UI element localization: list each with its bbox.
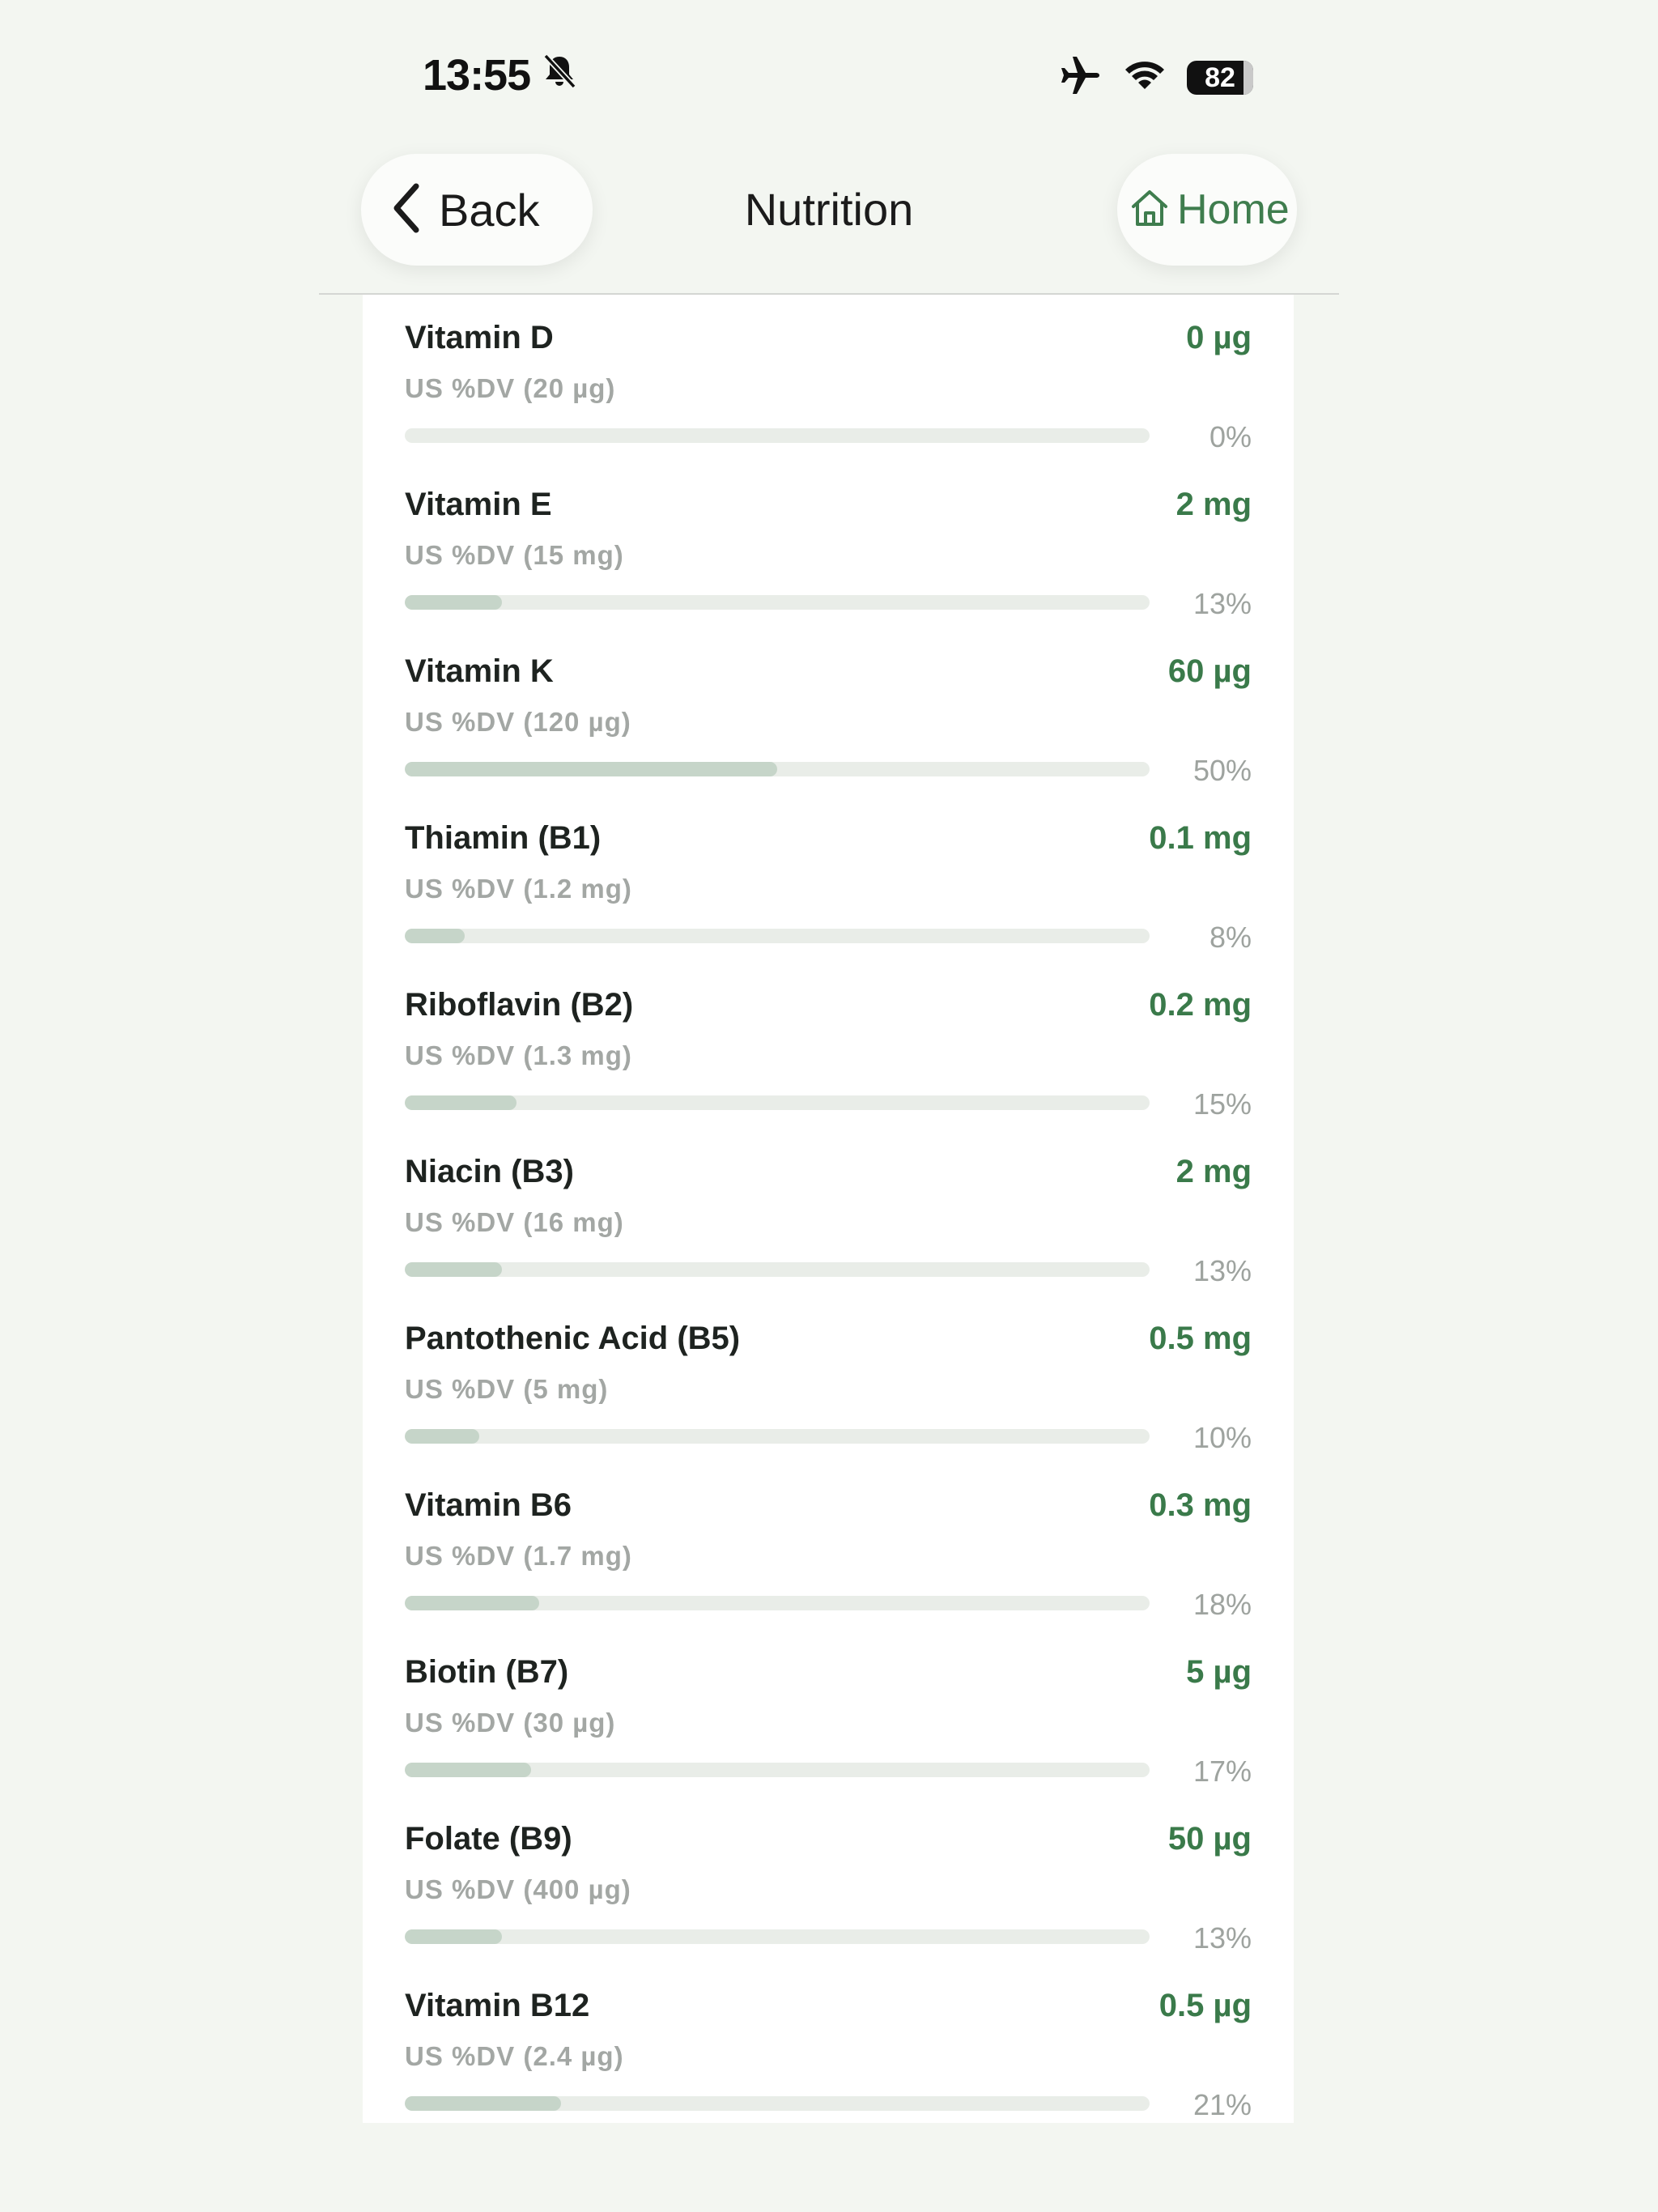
nutrient-name: Vitamin B6 (405, 1487, 572, 1523)
nutrient-amount: 0.2 mg (1149, 987, 1252, 1023)
nutrient-daily-value: US %DV (120 µg) (405, 707, 631, 737)
nutrient-daily-value: US %DV (2.4 µg) (405, 2041, 624, 2071)
battery-level: 82 (1205, 62, 1235, 93)
nutrient-amount: 0 µg (1186, 320, 1252, 355)
status-time: 13:55 (423, 50, 577, 100)
status-icons: 82 (1059, 55, 1253, 100)
nutrient-amount: 0.5 mg (1149, 1321, 1252, 1356)
nutrient-daily-value: US %DV (16 mg) (405, 1207, 624, 1237)
nutrient-amount: 0.1 mg (1149, 820, 1252, 856)
nutrient-percent: 0% (1209, 420, 1252, 453)
wifi-icon (1122, 58, 1167, 96)
nutrient-amount: 2 mg (1175, 487, 1252, 522)
nutrient-row: Vitamin B6 0.3 mg US %DV (1.7 mg) 18% (363, 1482, 1294, 1649)
progress-fill (405, 1596, 539, 1610)
nutrient-daily-value: US %DV (1.7 mg) (405, 1541, 632, 1571)
nutrient-name: Thiamin (B1) (405, 820, 602, 856)
nutrient-row: Thiamin (B1) 0.1 mg US %DV (1.2 mg) 8% (363, 815, 1294, 982)
nutrient-row: Vitamin E 2 mg US %DV (15 mg) 13% (363, 482, 1294, 649)
progress-track (405, 1262, 1150, 1277)
nutrient-row: Pantothenic Acid (B5) 0.5 mg US %DV (5 mg)… (363, 1316, 1294, 1482)
nutrient-percent: 13% (1192, 587, 1252, 620)
clock: 13:55 (423, 51, 531, 100)
progress-track (405, 595, 1150, 610)
nutrient-daily-value: US %DV (5 mg) (405, 1374, 609, 1404)
nutrient-row: Vitamin K 60 µg US %DV (120 µg) 50% (363, 649, 1294, 815)
nutrient-daily-value: US %DV (30 µg) (405, 1708, 616, 1738)
progress-track (405, 762, 1150, 776)
progress-fill (405, 1429, 479, 1444)
nutrient-row: Vitamin B12 0.5 µg US %DV (2.4 µg) 21% (363, 1983, 1294, 2123)
progress-fill (405, 929, 465, 943)
progress-track (405, 1596, 1150, 1610)
nutrient-daily-value: US %DV (400 µg) (405, 1874, 631, 1904)
nutrient-percent: 8% (1209, 921, 1252, 954)
nutrient-amount: 0.3 mg (1149, 1487, 1252, 1523)
progress-fill (405, 1763, 532, 1777)
nutrient-percent: 21% (1192, 2088, 1252, 2121)
progress-track (405, 2096, 1150, 2111)
nutrient-name: Riboflavin (B2) (405, 987, 634, 1023)
nutrient-amount: 50 µg (1167, 1821, 1252, 1857)
nutrient-name: Folate (B9) (405, 1821, 572, 1857)
nutrient-daily-value: US %DV (20 µg) (405, 373, 616, 403)
nutrient-row: Vitamin D 0 µg US %DV (20 µg) 0% (363, 315, 1294, 482)
nutrient-percent: 10% (1192, 1421, 1252, 1454)
nutrient-percent: 13% (1192, 1254, 1252, 1287)
progress-fill (405, 1929, 502, 1944)
battery-icon: 82 (1187, 60, 1253, 95)
progress-fill (405, 762, 777, 776)
nutrient-daily-value: US %DV (1.3 mg) (405, 1040, 632, 1070)
progress-fill (405, 1095, 517, 1110)
nutrient-row: Folate (B9) 50 µg US %DV (400 µg) 13% (363, 1816, 1294, 1983)
nutrient-name: Vitamin E (405, 487, 552, 522)
nutrient-amount: 60 µg (1167, 653, 1252, 689)
nutrient-name: Niacin (B3) (405, 1154, 574, 1189)
home-label: Home (1177, 186, 1290, 233)
nutrient-name: Vitamin K (405, 653, 554, 689)
bell-slash-icon (542, 50, 577, 100)
progress-fill (405, 2096, 562, 2111)
nutrient-percent: 17% (1192, 1755, 1252, 1788)
nutrient-amount: 0.5 µg (1158, 1988, 1252, 2023)
nutrient-percent: 18% (1192, 1588, 1252, 1621)
home-button[interactable]: Home (1117, 154, 1297, 266)
progress-track (405, 1095, 1150, 1110)
progress-track (405, 1929, 1150, 1944)
airplane-icon (1059, 55, 1103, 100)
progress-fill (405, 595, 502, 610)
nutrient-name: Pantothenic Acid (B5) (405, 1321, 741, 1356)
progress-track (405, 929, 1150, 943)
nutrient-name: Vitamin D (405, 320, 554, 355)
progress-track (405, 1763, 1150, 1777)
nutrient-list[interactable]: Vitamin D 0 µg US %DV (20 µg) 0% Vitamin E 2 … (363, 295, 1294, 2123)
nutrient-row: Riboflavin (B2) 0.2 mg US %DV (1.3 mg) 15% (363, 982, 1294, 1149)
nutrient-amount: 2 mg (1175, 1154, 1252, 1189)
nutrient-daily-value: US %DV (1.2 mg) (405, 874, 632, 904)
nutrient-row: Niacin (B3) 2 mg US %DV (16 mg) 13% (363, 1149, 1294, 1316)
nutrient-name: Vitamin B12 (405, 1988, 590, 2023)
nutrient-percent: 13% (1192, 1921, 1252, 1955)
progress-track (405, 428, 1150, 443)
nav-header: Back Nutrition Home (319, 138, 1339, 295)
nutrient-amount: 5 µg (1186, 1654, 1252, 1690)
home-icon (1129, 187, 1171, 233)
nutrient-daily-value: US %DV (15 mg) (405, 540, 624, 570)
app-screen: 13:55 82 Back Nutrition Home Vitamin D 0… (319, 0, 1339, 2212)
nutrient-percent: 15% (1192, 1087, 1252, 1121)
nutrient-name: Biotin (B7) (405, 1654, 569, 1690)
progress-track (405, 1429, 1150, 1444)
nutrient-percent: 50% (1192, 754, 1252, 787)
progress-fill (405, 1262, 502, 1277)
nutrient-row: Biotin (B7) 5 µg US %DV (30 µg) 17% (363, 1649, 1294, 1816)
